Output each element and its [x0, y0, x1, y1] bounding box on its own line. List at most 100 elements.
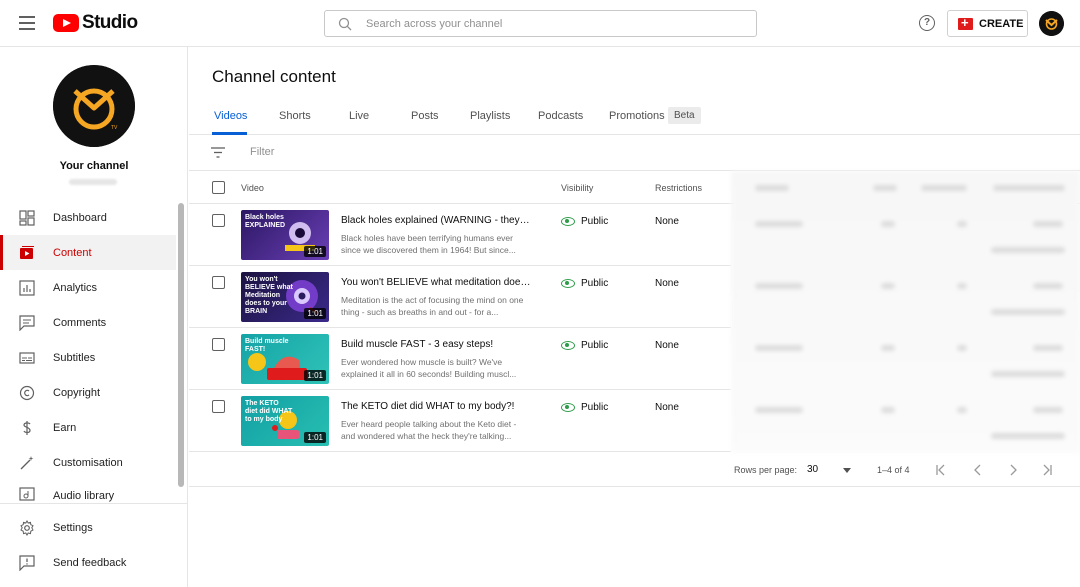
subtitles-icon	[19, 351, 35, 364]
video-title[interactable]: Build muscle FAST - 3 easy steps!	[341, 339, 531, 350]
sidebar-item-analytics[interactable]: Analytics	[0, 270, 176, 305]
video-description: Ever wondered how muscle is built? We've…	[341, 357, 517, 379]
sidebar-item-copyright[interactable]: Copyright	[0, 375, 176, 410]
column-visibility[interactable]: Visibility	[561, 183, 593, 193]
tab-live[interactable]: Live	[349, 110, 369, 122]
row-checkbox[interactable]	[212, 400, 225, 413]
content-tabs: Videos Shorts Live Posts Playlists Podca…	[189, 99, 1080, 135]
gear-icon	[20, 519, 34, 536]
column-restrictions[interactable]: Restrictions	[655, 183, 702, 193]
tab-playlists[interactable]: Playlists	[470, 110, 510, 122]
video-description: Meditation is the act of focusing the mi…	[341, 295, 524, 317]
visibility-status[interactable]: Public	[561, 278, 608, 289]
table-row[interactable]: Black holes EXPLAINED 1:01 Black holes e…	[189, 204, 731, 266]
beta-badge: Beta	[668, 107, 701, 124]
video-thumbnail[interactable]: Build muscle FAST! 1:01	[241, 334, 329, 384]
sidebar-item-content[interactable]: Content	[0, 235, 176, 270]
row-checkbox[interactable]	[212, 338, 225, 351]
blur-placeholder	[1033, 345, 1063, 351]
channel-avatar[interactable]: TV	[53, 65, 135, 147]
eye-icon	[561, 279, 575, 288]
previous-page-icon[interactable]	[972, 464, 984, 476]
blur-placeholder	[991, 371, 1065, 377]
main-content: Channel content Videos Shorts Live Posts…	[189, 47, 1080, 587]
visibility-label: Public	[581, 340, 609, 351]
sidebar-item-audio-library[interactable]: Audio library	[0, 480, 176, 502]
sidebar-item-label: Settings	[53, 521, 93, 534]
thumbnail-text: Black holes EXPLAINED	[245, 214, 286, 229]
restrictions-value: None	[655, 216, 679, 227]
visibility-status[interactable]: Public	[561, 216, 608, 227]
blur-placeholder	[881, 345, 895, 351]
blur-placeholder	[755, 345, 803, 351]
video-title[interactable]: The KETO diet did WHAT to my body?!	[341, 401, 531, 412]
visibility-status[interactable]: Public	[561, 340, 608, 351]
video-title[interactable]: Black holes explained (WARNING - they're…	[341, 215, 531, 226]
search-placeholder: Search across your channel	[366, 17, 503, 30]
filter-bar[interactable]: Filter	[189, 135, 1080, 171]
create-label: CREATE	[979, 17, 1024, 30]
youtube-logo-icon	[53, 14, 79, 32]
sidebar-item-customisation[interactable]: Customisation	[0, 445, 176, 480]
pagination-bar: Rows per page: 30 1–4 of 4	[189, 453, 1080, 487]
sidebar-item-label: Comments	[53, 316, 107, 329]
row-checkbox[interactable]	[212, 276, 225, 289]
last-page-icon[interactable]	[1041, 464, 1053, 476]
eye-icon	[561, 341, 575, 350]
sidebar: TV Your channel Dashboard Content Analyt…	[0, 47, 188, 587]
filter-icon[interactable]	[211, 147, 225, 158]
create-button[interactable]: CREATE	[947, 10, 1028, 37]
tab-shorts[interactable]: Shorts	[279, 110, 311, 122]
blur-placeholder	[991, 247, 1065, 253]
visibility-status[interactable]: Public	[561, 402, 608, 413]
first-page-icon[interactable]	[935, 464, 947, 476]
thumbnail-text: Build muscle FAST!	[245, 338, 289, 353]
top-bar: Studio Search across your channel ? CREA…	[0, 0, 1080, 47]
tab-videos[interactable]: Videos	[214, 110, 247, 122]
blur-placeholder	[991, 433, 1065, 439]
next-page-icon[interactable]	[1007, 464, 1019, 476]
logo-text: Studio	[82, 12, 138, 33]
blur-placeholder	[993, 185, 1065, 191]
rows-per-page-value[interactable]: 30	[807, 464, 818, 475]
search-input[interactable]: Search across your channel	[324, 10, 757, 37]
help-icon[interactable]: ?	[919, 15, 935, 31]
video-title[interactable]: You won't BELIEVE what meditation does t…	[341, 277, 531, 288]
blur-placeholder	[957, 345, 967, 351]
tab-posts[interactable]: Posts	[411, 110, 439, 122]
chevron-down-icon[interactable]	[843, 468, 851, 473]
create-video-icon	[958, 15, 973, 30]
youtube-studio-logo[interactable]: Studio	[53, 12, 138, 34]
blur-placeholder	[755, 407, 803, 413]
table-row[interactable]: You won't BELIEVE what Meditation does t…	[189, 266, 731, 328]
video-thumbnail[interactable]: You won't BELIEVE what Meditation does t…	[241, 272, 329, 322]
tab-podcasts[interactable]: Podcasts	[538, 110, 583, 122]
select-all-checkbox[interactable]	[212, 181, 225, 194]
sidebar-item-dashboard[interactable]: Dashboard	[0, 200, 176, 235]
video-description: Ever heard people talking about the Keto…	[341, 419, 517, 441]
blur-placeholder	[957, 221, 967, 227]
comments-icon	[19, 314, 35, 331]
sidebar-scrollbar[interactable]	[178, 203, 184, 487]
sidebar-item-settings[interactable]: Settings	[0, 510, 176, 545]
account-avatar[interactable]	[1039, 11, 1064, 36]
sidebar-item-subtitles[interactable]: Subtitles	[0, 340, 176, 375]
tab-promotions[interactable]: Promotions	[609, 110, 665, 122]
filter-input[interactable]: Filter	[250, 146, 274, 158]
content-icon	[20, 245, 34, 259]
table-row[interactable]: The KETO diet did WHAT to my body 1:01 T…	[189, 390, 731, 452]
video-thumbnail[interactable]: The KETO diet did WHAT to my body 1:01	[241, 396, 329, 446]
restrictions-value: None	[655, 402, 679, 413]
menu-icon[interactable]	[19, 16, 35, 30]
page-title: Channel content	[212, 67, 336, 86]
video-thumbnail[interactable]: Black holes EXPLAINED 1:01	[241, 210, 329, 260]
eye-icon	[561, 217, 575, 226]
table-row[interactable]: Build muscle FAST! 1:01 Build muscle FAS…	[189, 328, 731, 390]
sidebar-item-send-feedback[interactable]: Send feedback	[0, 545, 176, 580]
sidebar-item-earn[interactable]: Earn	[0, 410, 176, 445]
row-checkbox[interactable]	[212, 214, 225, 227]
channel-handle-blurred	[69, 179, 117, 185]
column-video[interactable]: Video	[241, 183, 264, 193]
video-duration: 1:01	[304, 432, 326, 443]
sidebar-item-comments[interactable]: Comments	[0, 305, 176, 340]
